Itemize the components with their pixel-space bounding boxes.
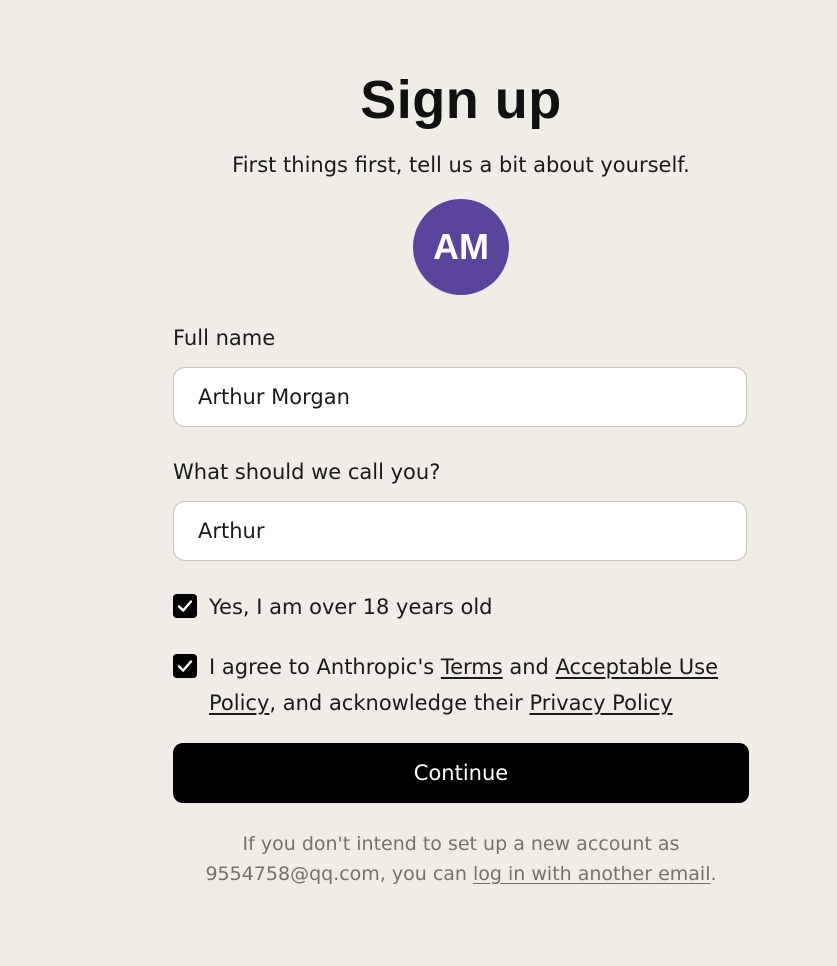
age-checkbox[interactable] bbox=[173, 594, 197, 618]
continue-button[interactable]: Continue bbox=[173, 743, 749, 803]
checkmark-icon bbox=[177, 660, 193, 672]
avatar: AM bbox=[413, 199, 509, 295]
full-name-label: Full name bbox=[173, 326, 276, 350]
footer-note: If you don't intend to set up a new acco… bbox=[173, 829, 749, 889]
checkmark-icon bbox=[177, 600, 193, 612]
login-another-email-link[interactable]: log in with another email bbox=[473, 863, 710, 885]
nickname-input[interactable] bbox=[173, 501, 747, 561]
terms-checkbox-label: I agree to Anthropic's Terms and Accepta… bbox=[209, 649, 749, 721]
age-confirmation-row: Yes, I am over 18 years old bbox=[173, 589, 749, 625]
page-title: Sign up bbox=[360, 70, 562, 130]
privacy-policy-link[interactable]: Privacy Policy bbox=[529, 691, 672, 715]
terms-checkbox[interactable] bbox=[173, 654, 197, 678]
terms-agreement-row: I agree to Anthropic's Terms and Accepta… bbox=[173, 649, 749, 721]
page-subtitle: First things first, tell us a bit about … bbox=[232, 153, 690, 177]
terms-text-1: I agree to Anthropic's bbox=[209, 655, 441, 679]
terms-text-3: , and acknowledge their bbox=[269, 691, 530, 715]
age-checkbox-label: Yes, I am over 18 years old bbox=[209, 595, 493, 619]
terms-link[interactable]: Terms bbox=[441, 655, 503, 679]
footer-text-2: . bbox=[710, 863, 717, 885]
nickname-label: What should we call you? bbox=[173, 460, 441, 484]
full-name-input[interactable] bbox=[173, 367, 747, 427]
terms-text-2: and bbox=[502, 655, 556, 679]
